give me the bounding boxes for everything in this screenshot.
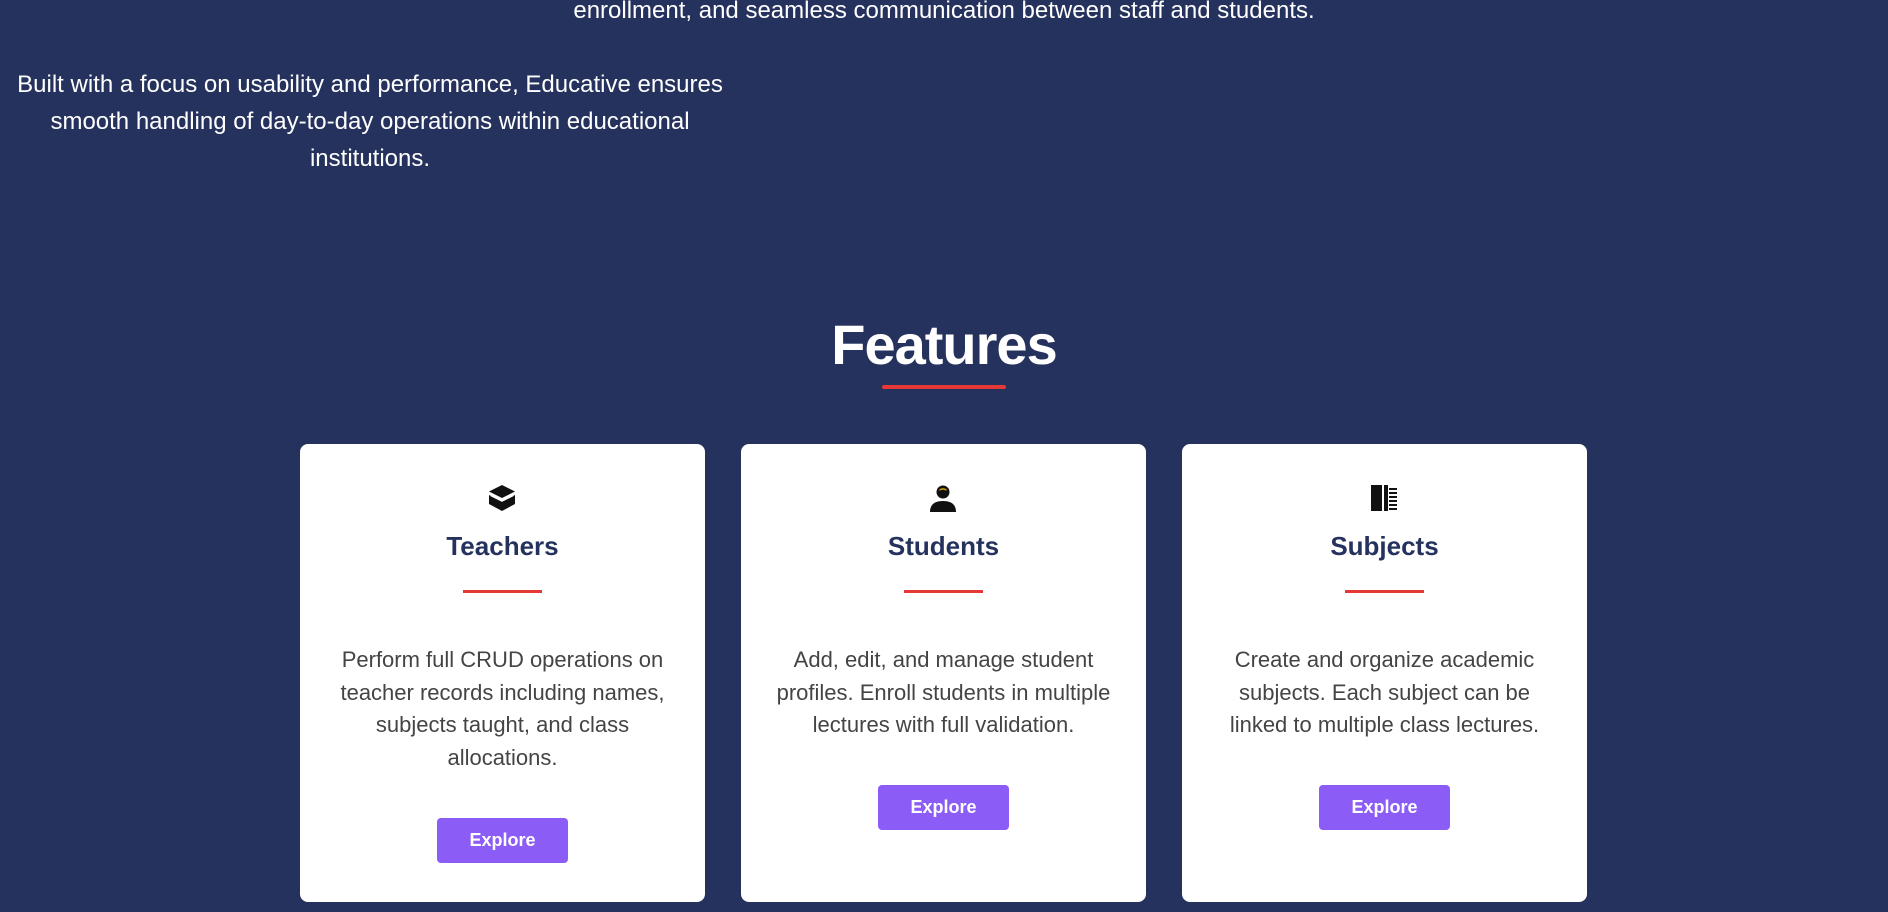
intro-paragraph: Built with a focus on usability and perf… [17, 71, 723, 172]
intro-text-bottom: Built with a focus on usability and perf… [0, 66, 1888, 177]
teacher-stack-icon [489, 485, 515, 511]
card-description: Create and organize academic subjects. E… [1229, 647, 1540, 737]
feature-card-students: Students Add, edit, and manage student p… [741, 444, 1146, 902]
intro-line: enrollment, and seamless communication b… [573, 0, 1315, 24]
explore-subjects-button[interactable]: Explore [1319, 785, 1450, 830]
card-title-underline [1345, 590, 1424, 593]
feature-card-subjects: Subjects Create and organize academic su… [1182, 444, 1587, 902]
features-title-underline [882, 385, 1006, 389]
card-title: Subjects [1330, 531, 1439, 561]
feature-card-teachers: Teachers Perform full CRUD operations on… [300, 444, 705, 902]
intro-text-top: enrollment, and seamless communication b… [0, 0, 1888, 29]
card-description: Perform full CRUD operations on teacher … [340, 647, 665, 770]
card-description: Add, edit, and manage student profiles. … [776, 647, 1111, 737]
card-title: Students [887, 531, 1000, 561]
card-title: Teachers [446, 531, 559, 561]
explore-teachers-button[interactable]: Explore [437, 818, 568, 863]
card-title-underline [463, 590, 542, 593]
explore-students-button[interactable]: Explore [878, 785, 1009, 830]
card-title-underline [904, 590, 983, 593]
book-icon [1371, 485, 1397, 511]
features-title: Features [831, 313, 1057, 376]
student-person-icon [930, 485, 956, 512]
